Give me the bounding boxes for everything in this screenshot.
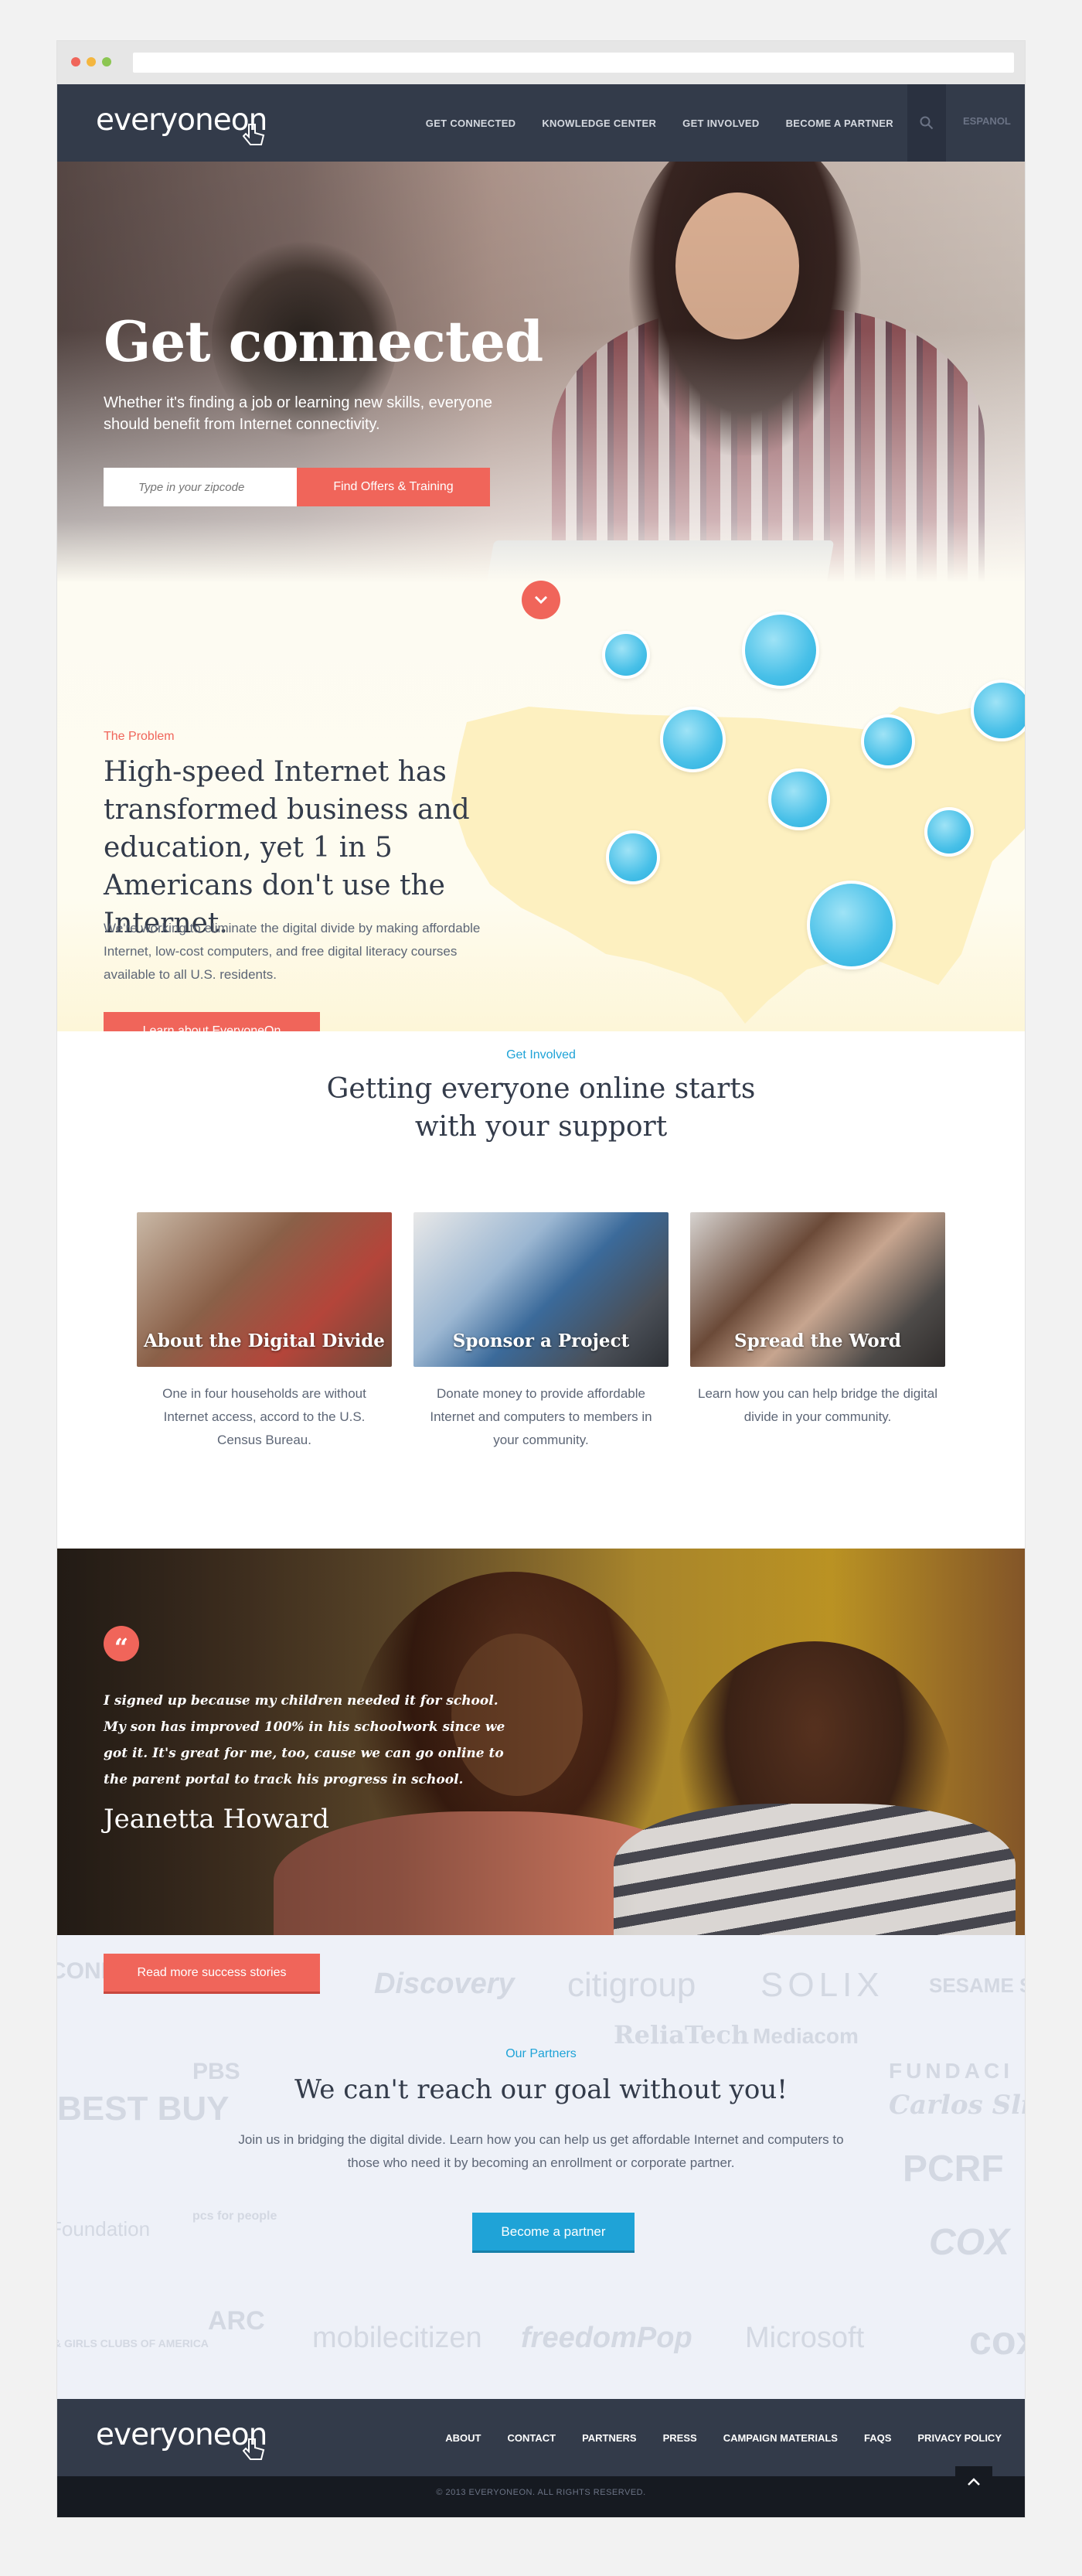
chevron-up-icon: [968, 2478, 980, 2486]
partners-headline: We can't reach our goal without you!: [294, 2074, 788, 2105]
footer-link-press[interactable]: PRESS: [663, 2432, 697, 2444]
footer-link-about[interactable]: ABOUT: [445, 2432, 481, 2444]
success-stories-button[interactable]: Read more success stories: [104, 1954, 320, 1994]
browser-window: everyoneon GET CONNECTED KNOWLEDGE CENTE…: [57, 41, 1025, 2517]
map-photo-bubble: [768, 768, 830, 830]
footer-link-privacy-policy[interactable]: PRIVACY POLICY: [917, 2432, 1002, 2444]
map-photo-bubble: [602, 631, 650, 679]
learn-about-button[interactable]: Learn about EveryoneOn: [104, 1012, 320, 1031]
top-navigation: everyoneon GET CONNECTED KNOWLEDGE CENTE…: [57, 84, 1025, 162]
nav-become-a-partner[interactable]: BECOME A PARTNER: [786, 118, 893, 129]
partner-logo: mobilecitizen: [312, 2322, 482, 2354]
partner-logo: COX: [929, 2222, 1010, 2263]
partner-logo: SOLIX: [760, 1966, 884, 2004]
card-spread-word[interactable]: Spread the Word Learn how you can help b…: [690, 1212, 945, 1429]
partners-body: Join us in bridging the digital divide. …: [238, 2132, 844, 2170]
footer: everyoneon ABOUT CONTACT PARTNERS PRESS …: [57, 2399, 1025, 2476]
language-toggle[interactable]: ESPANOL: [963, 115, 1011, 127]
close-dot-icon[interactable]: [71, 57, 80, 66]
footer-link-campaign-materials[interactable]: CAMPAIGN MATERIALS: [723, 2432, 838, 2444]
quote-icon: “: [104, 1626, 139, 1662]
map-photo-bubble: [924, 807, 974, 857]
card-body: Learn how you can help bridge the digita…: [698, 1386, 937, 1424]
problem-body: We're working to eliminate the digital d…: [104, 921, 481, 982]
hero-subtitle: Whether it's finding a job or learning n…: [104, 394, 492, 433]
search-icon: [920, 116, 934, 130]
card-body: One in four households are without Inter…: [162, 1386, 366, 1447]
nav-knowledge-center[interactable]: KNOWLEDGE CENTER: [542, 118, 656, 129]
partner-logo: PCRF: [903, 2148, 1004, 2189]
hand-cursor-icon: [243, 2438, 265, 2460]
partner-logo: & GIRLS CLUBS OF AMERICA: [57, 2337, 209, 2349]
card-digital-divide[interactable]: About the Digital Divide One in four hou…: [137, 1212, 392, 1452]
hero-section: Get connected Whether it's finding a job…: [57, 162, 1025, 583]
map-photo-bubble: [606, 830, 660, 884]
footer-link-contact[interactable]: CONTACT: [507, 2432, 556, 2444]
partner-logo: cox: [969, 2319, 1025, 2363]
partner-logo: Discovery: [374, 1968, 515, 2000]
card-title: About the Digital Divide: [144, 1331, 385, 1351]
involved-eyebrow: Get Involved: [506, 1048, 576, 1061]
card-body: Donate money to provide affordable Inter…: [430, 1386, 652, 1447]
find-offers-button[interactable]: Find Offers & Training: [297, 468, 490, 506]
problem-eyebrow: The Problem: [104, 730, 175, 743]
zipcode-input[interactable]: [104, 468, 297, 506]
minimize-dot-icon[interactable]: [87, 57, 96, 66]
card-title: Spread the Word: [734, 1331, 901, 1351]
problem-headline: High-speed Internet has transformed busi…: [104, 756, 470, 939]
get-involved-section: Get Involved Getting everyone online sta…: [57, 1031, 1025, 1549]
map-photo-bubble: [971, 680, 1025, 741]
nav-get-involved[interactable]: GET INVOLVED: [682, 118, 759, 129]
testimonial-section: “ I signed up because my children needed…: [57, 1549, 1025, 1935]
involved-headline: Getting everyone online starts with your …: [326, 1073, 756, 1143]
card-image: Sponsor a Project: [413, 1212, 669, 1367]
partner-logo: freedomPop: [521, 2322, 692, 2354]
scroll-down-button[interactable]: [522, 581, 560, 619]
card-sponsor-project[interactable]: Sponsor a Project Donate money to provid…: [413, 1212, 669, 1452]
map-photo-bubble: [861, 714, 915, 768]
become-partner-button[interactable]: Become a partner: [472, 2213, 635, 2253]
partner-logo: ReliaTech: [614, 2020, 750, 2050]
footer-logo[interactable]: everyoneon: [96, 2418, 267, 2460]
maximize-dot-icon[interactable]: [102, 57, 111, 66]
partner-logo: Mediacom: [753, 2024, 859, 2048]
testimonial-name: Jeanetta Howard: [104, 1804, 329, 1835]
card-image: Spread the Word: [690, 1212, 945, 1367]
partners-section: CONNECT2COMPETE comcast Discovery citigr…: [57, 1935, 1025, 2399]
hand-cursor-icon: [243, 124, 265, 145]
search-button[interactable]: [907, 84, 946, 162]
partner-logo: Foundation: [57, 2217, 151, 2240]
address-bar[interactable]: [133, 53, 1014, 73]
partner-logo: Microsoft: [745, 2322, 865, 2354]
partner-logo: pcs for people: [192, 2210, 277, 2223]
browser-chrome: [57, 41, 1025, 84]
testimonial-quote: I signed up because my children needed i…: [104, 1693, 505, 1787]
map-photo-bubble: [807, 881, 896, 969]
card-image: About the Digital Divide: [137, 1212, 392, 1367]
partner-logo: SESAME ST: [929, 1974, 1025, 1997]
map-photo-bubble: [660, 707, 726, 772]
back-to-top-button[interactable]: [955, 2466, 992, 2497]
card-title: Sponsor a Project: [452, 1331, 630, 1351]
footer-link-faqs[interactable]: FAQS: [864, 2432, 891, 2444]
partners-eyebrow: Our Partners: [505, 2047, 577, 2060]
partner-logo: citigroup: [567, 1966, 696, 2004]
logo[interactable]: everyoneon: [96, 103, 267, 145]
footer-link-partners[interactable]: PARTNERS: [582, 2432, 637, 2444]
chevron-down-icon: [534, 595, 548, 605]
partner-logo: ARC: [208, 2306, 265, 2336]
nav-get-connected[interactable]: GET CONNECTED: [426, 118, 516, 129]
problem-section: The Problem High-speed Internet has tran…: [57, 583, 1025, 1031]
map-photo-bubble: [742, 612, 819, 689]
copyright: © 2013 EVERYONEON. ALL RIGHTS RESERVED.: [57, 2476, 1025, 2517]
hero-title: Get connected: [104, 308, 543, 374]
